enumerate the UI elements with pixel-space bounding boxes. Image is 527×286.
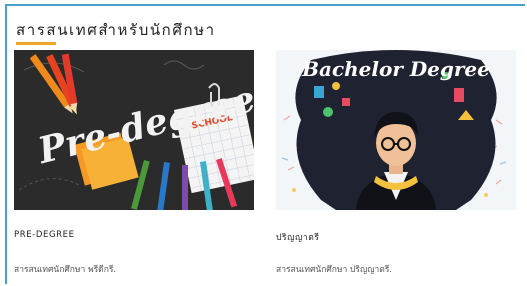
pre-degree-illustration: SCHOOL Pre-degree — [14, 50, 254, 210]
section-heading: สารสนเทศสำหรับนักศึกษา — [16, 21, 216, 39]
card-title[interactable]: ปริญญาตรี — [276, 230, 320, 244]
card-description: สารสนเทศนักศึกษา ปริญญาตรี. — [276, 265, 393, 275]
bachelor-illustration: Bachelor Degree — [276, 50, 516, 210]
heading-underline — [16, 42, 56, 45]
bachelor-thumbnail[interactable]: Bachelor Degree — [276, 50, 516, 210]
card-description: สารสนเทศนักศึกษา พรีดีกรี. — [14, 265, 117, 275]
card-title[interactable]: PRE-DEGREE — [14, 230, 75, 240]
bachelor-image-text: Bachelor Degree — [301, 57, 490, 81]
pre-degree-thumbnail[interactable]: SCHOOL Pre-degree — [14, 50, 254, 210]
